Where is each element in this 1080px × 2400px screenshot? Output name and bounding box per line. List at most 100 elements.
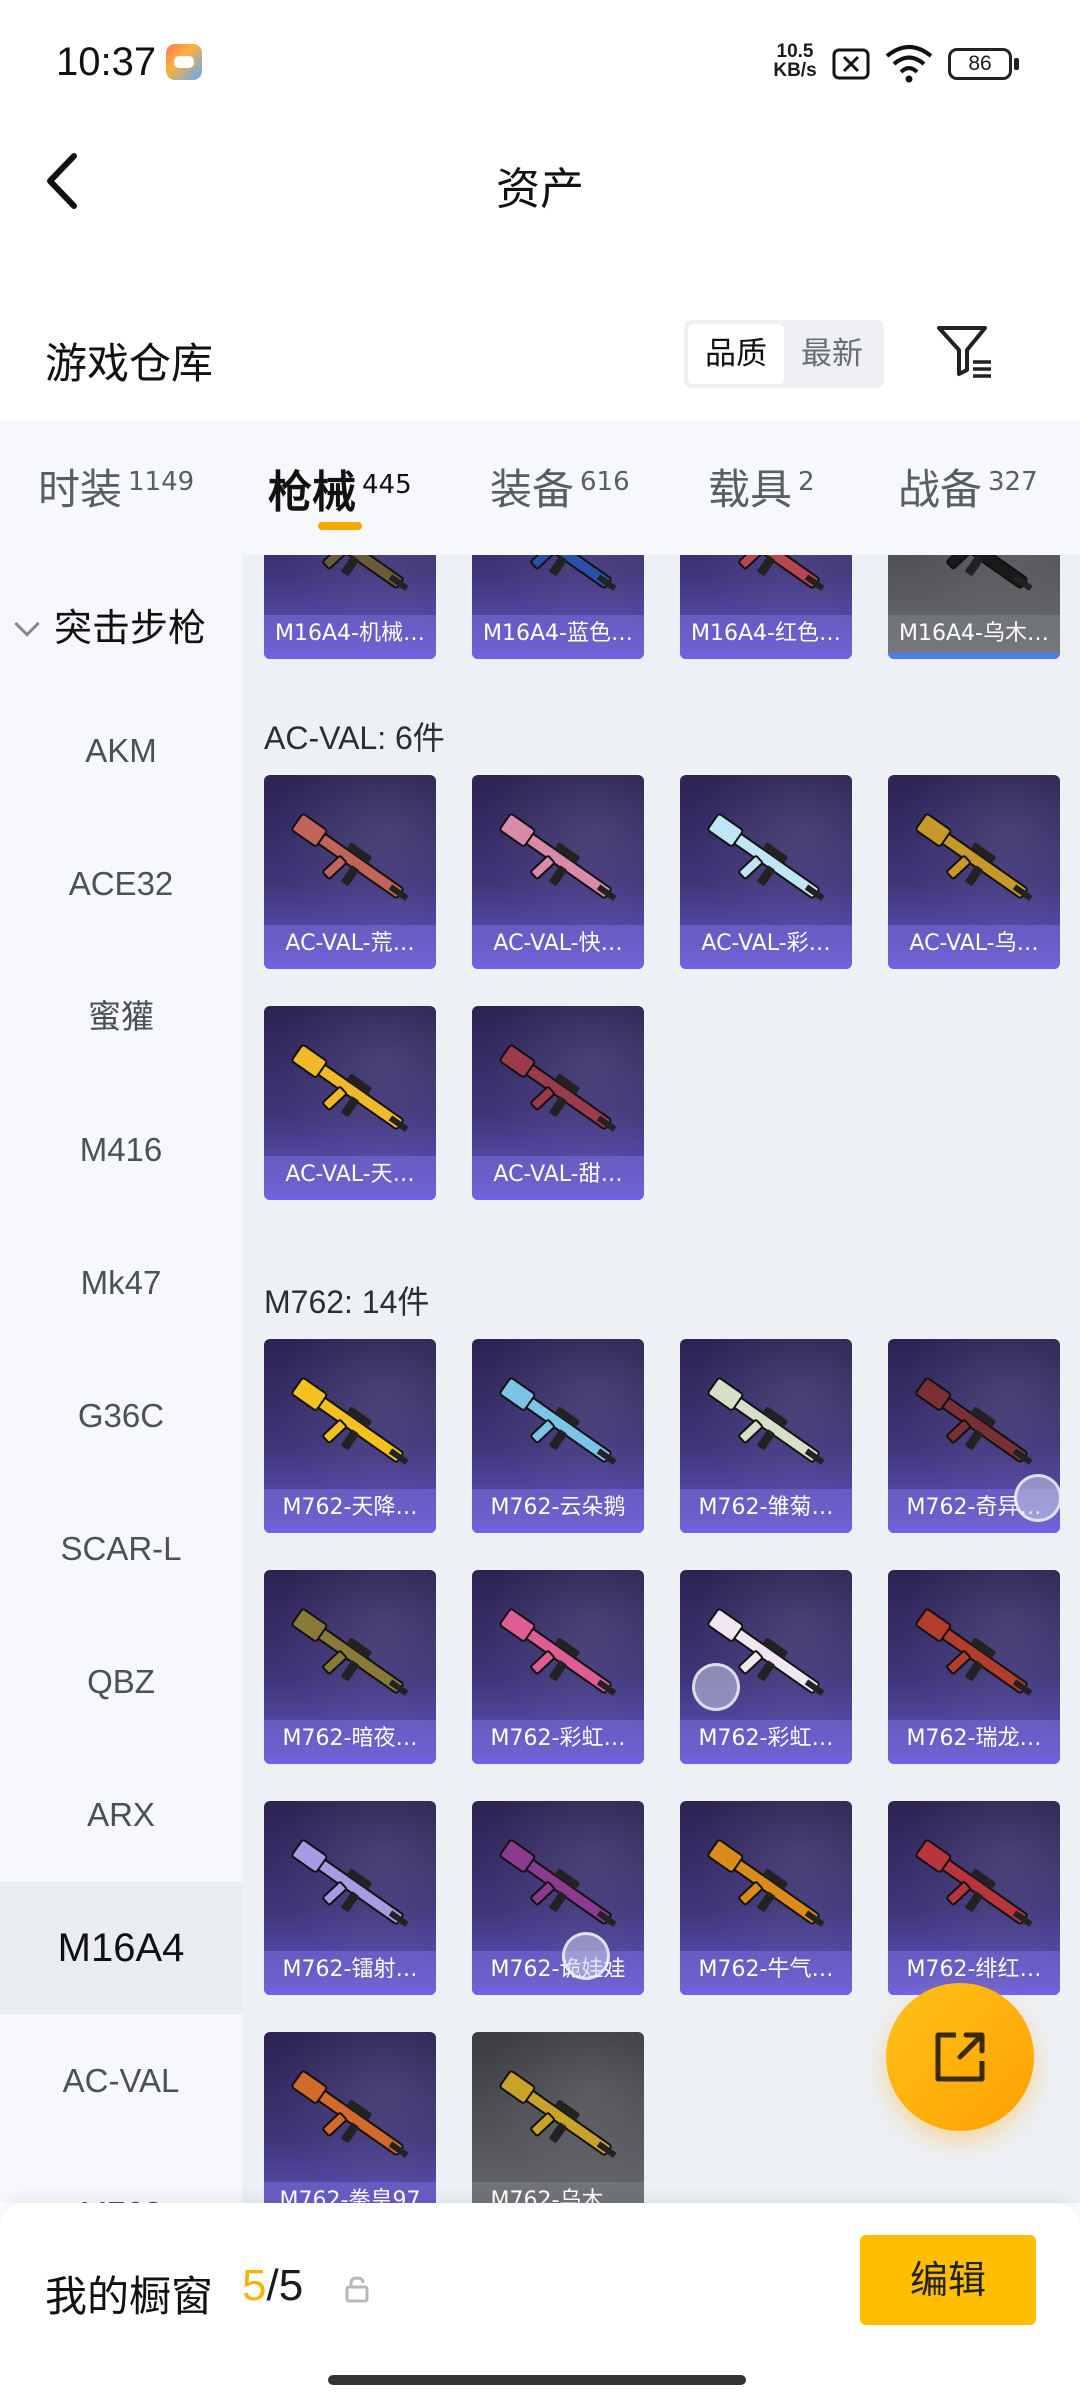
weapon-card[interactable]: AC-VAL-快… bbox=[472, 775, 644, 969]
weapon-card[interactable]: M762-诡娃娃 bbox=[472, 1801, 644, 1995]
tab-vehicles[interactable]: 载具 2 bbox=[708, 456, 815, 517]
filter-icon[interactable] bbox=[935, 322, 993, 380]
wifi-icon bbox=[885, 45, 933, 83]
rifle-icon bbox=[291, 1044, 409, 1132]
section-title: AC-VAL: 6件 bbox=[264, 720, 445, 756]
chevron-down-icon bbox=[14, 611, 40, 637]
weapon-card[interactable]: M762-暗夜… bbox=[264, 1570, 436, 1764]
sidebar-item[interactable]: ACE32 bbox=[0, 818, 242, 950]
sidebar-item[interactable]: 蜜獾 bbox=[0, 951, 242, 1083]
page-title: 资产 bbox=[496, 164, 584, 215]
rarity-bar bbox=[264, 1527, 436, 1533]
sidebar-item[interactable]: M416 bbox=[0, 1084, 242, 1216]
weapon-card-name: M762-雏菊… bbox=[680, 1489, 852, 1527]
rifle-icon bbox=[714, 555, 825, 591]
tab-supplies[interactable]: 战备 327 bbox=[898, 456, 1038, 517]
tab-equipment[interactable]: 装备 616 bbox=[490, 456, 630, 517]
tab-count: 327 bbox=[988, 467, 1038, 497]
weapon-card[interactable]: M762-天降… bbox=[264, 1339, 436, 1533]
sidebar-item[interactable]: QBZ bbox=[0, 1616, 242, 1748]
warehouse-title: 游戏仓库 bbox=[45, 339, 214, 388]
weapon-card-name: M762-牛气… bbox=[680, 1951, 852, 1989]
weapon-card[interactable]: M16A4-红色… bbox=[680, 555, 852, 659]
weapon-card[interactable]: M16A4-蓝色… bbox=[472, 555, 644, 659]
item-grid: M16A4-机械… M16A4-蓝色… M16A4-红色… M16A4-乌木… AC-V… bbox=[242, 555, 1080, 2203]
share-external-icon bbox=[935, 2032, 985, 2082]
weapon-card-name: AC-VAL-乌… bbox=[888, 925, 1060, 963]
sidebar-item[interactable]: M16A4 bbox=[0, 1882, 242, 2014]
rarity-bar bbox=[264, 1758, 436, 1764]
weapon-card-name: M16A4-蓝色… bbox=[472, 615, 644, 653]
sort-option-newest[interactable]: 最新 bbox=[784, 324, 880, 384]
weapon-card[interactable]: M762-瑞龙… bbox=[888, 1570, 1060, 1764]
rarity-bar bbox=[680, 1989, 852, 1995]
weapon-card[interactable]: M16A4-机械… bbox=[264, 555, 436, 659]
sidebar-item[interactable]: ARX bbox=[0, 1749, 242, 1881]
weapon-card[interactable]: M762-镭射… bbox=[264, 1801, 436, 1995]
showcase-bar: 我的橱窗 5/5 编辑 bbox=[0, 2203, 1080, 2400]
weapon-card[interactable]: M16A4-乌木… bbox=[888, 555, 1060, 659]
weapon-card[interactable]: M762-拳皇97 bbox=[264, 2032, 436, 2203]
tab-guns[interactable]: 枪械 445 bbox=[268, 456, 412, 520]
battery-tip bbox=[1014, 58, 1019, 70]
tab-count: 2 bbox=[798, 467, 815, 497]
game-app-icon bbox=[166, 44, 202, 80]
category-tabs: 时装 1149 枪械 445 装备 616 载具 2 战备 327 bbox=[0, 420, 1080, 555]
weapon-card[interactable]: M762-乌木… bbox=[472, 2032, 644, 2203]
sidebar-item[interactable]: Mk47 bbox=[0, 1217, 242, 1349]
weapon-card-name: M762-镭射… bbox=[264, 1951, 436, 1989]
rarity-bar bbox=[264, 653, 436, 659]
rifle-icon bbox=[707, 1377, 825, 1465]
weapon-card[interactable]: AC-VAL-乌… bbox=[888, 775, 1060, 969]
sort-option-quality[interactable]: 品质 bbox=[688, 324, 784, 384]
rarity-bar bbox=[472, 963, 644, 969]
sidebar-category[interactable]: 突击步枪 bbox=[14, 597, 206, 652]
weapon-card[interactable]: M762-云朵鹅 bbox=[472, 1339, 644, 1533]
rifle-icon bbox=[291, 2070, 409, 2158]
rifle-icon bbox=[499, 813, 617, 901]
edit-button[interactable]: 编辑 bbox=[860, 2235, 1036, 2325]
share-button[interactable] bbox=[886, 1983, 1034, 2131]
sort-toggle: 品质 最新 bbox=[684, 320, 884, 388]
sidebar-item[interactable]: AKM bbox=[0, 685, 242, 817]
sidebar-item[interactable]: G36C bbox=[0, 1350, 242, 1482]
header: 资产 bbox=[0, 125, 1080, 235]
weapon-card-name: M16A4-红色… bbox=[680, 615, 852, 653]
showcase-count: 5/5 bbox=[242, 2261, 303, 2311]
weapon-card[interactable]: AC-VAL-荒… bbox=[264, 775, 436, 969]
tab-label: 战备 bbox=[898, 465, 983, 514]
weapon-card[interactable]: M762-雏菊… bbox=[680, 1339, 852, 1533]
sidebar-item[interactable]: M762 bbox=[0, 2148, 242, 2203]
sidebar-item[interactable]: SCAR-L bbox=[0, 1483, 242, 1615]
rarity-bar bbox=[680, 963, 852, 969]
rifle-icon bbox=[915, 813, 1033, 901]
touch-indicator bbox=[1014, 1474, 1062, 1522]
weapon-card[interactable]: M762-绯红… bbox=[888, 1801, 1060, 1995]
weapon-card[interactable]: M762-彩虹… bbox=[472, 1570, 644, 1764]
weapon-card[interactable]: AC-VAL-天… bbox=[264, 1006, 436, 1200]
rifle-icon bbox=[915, 1608, 1033, 1696]
status-bar: 10:37 10.5 KB/s 86 bbox=[0, 0, 1080, 125]
weapon-card-name: M762-彩虹… bbox=[680, 1720, 852, 1758]
rifle-icon bbox=[922, 555, 1033, 591]
tab-fashion[interactable]: 时装 1149 bbox=[38, 456, 194, 517]
rarity-bar bbox=[264, 1989, 436, 1995]
weapon-card[interactable]: M762-牛气… bbox=[680, 1801, 852, 1995]
rifle-icon bbox=[499, 1839, 617, 1927]
battery-icon: 86 bbox=[948, 48, 1012, 80]
touch-indicator bbox=[562, 1932, 610, 1980]
net-speed-value: 10.5 bbox=[776, 41, 814, 62]
touch-indicator bbox=[692, 1663, 740, 1711]
rifle-icon bbox=[915, 1377, 1033, 1465]
weapon-card-name: M762-暗夜… bbox=[264, 1720, 436, 1758]
rifle-icon bbox=[499, 1608, 617, 1696]
weapon-card[interactable]: AC-VAL-彩… bbox=[680, 775, 852, 969]
weapon-card-name: M762-绯红… bbox=[888, 1951, 1060, 1989]
rarity-bar bbox=[472, 1989, 644, 1995]
rarity-bar bbox=[472, 1758, 644, 1764]
weapon-card[interactable]: AC-VAL-甜… bbox=[472, 1006, 644, 1200]
tab-label: 装备 bbox=[490, 465, 575, 514]
tab-indicator bbox=[318, 522, 362, 530]
tab-label: 枪械 bbox=[268, 467, 356, 518]
sidebar-item[interactable]: AC-VAL bbox=[0, 2015, 242, 2147]
